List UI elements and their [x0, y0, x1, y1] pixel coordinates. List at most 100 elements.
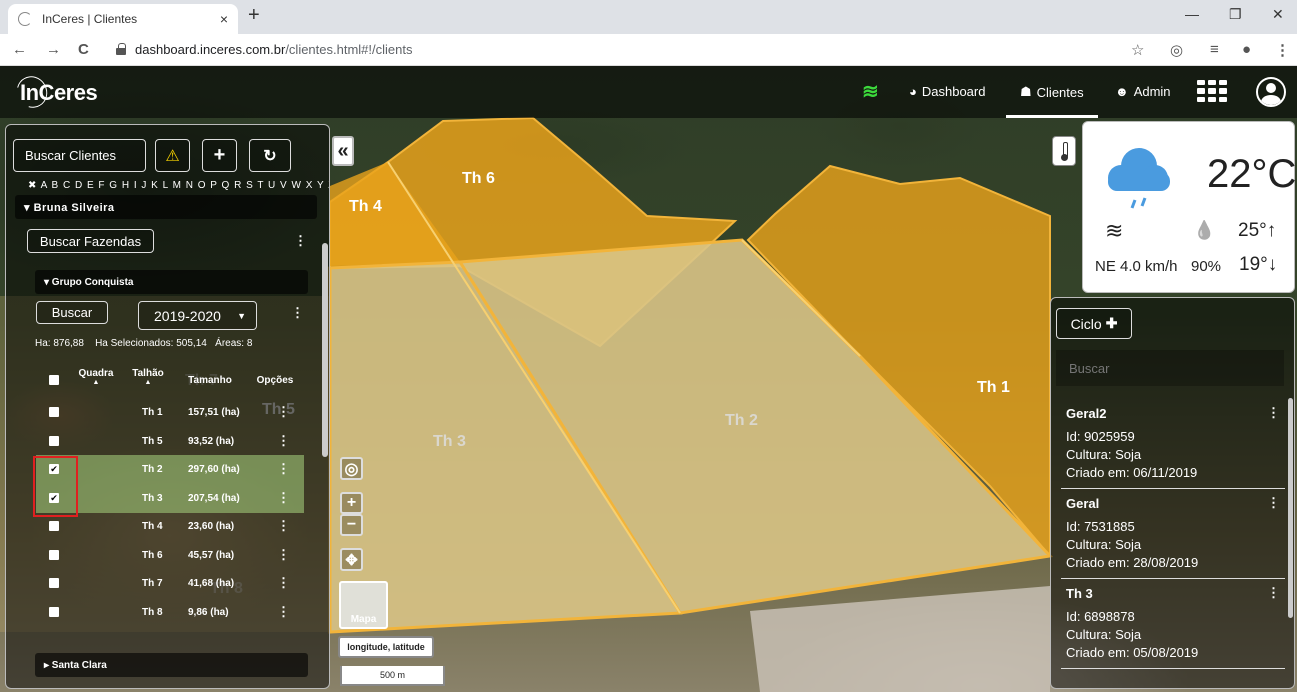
restore-icon[interactable]: ❐ — [1229, 6, 1242, 23]
refresh-icon[interactable]: ↻ — [249, 139, 291, 172]
row-options-icon[interactable]: ⋮ — [277, 404, 290, 420]
cycle-title[interactable]: Th 3 — [1066, 586, 1093, 601]
cycle-title[interactable]: Geral — [1066, 496, 1099, 511]
profile-icon[interactable]: ● — [1242, 41, 1251, 58]
column-talhao[interactable]: Talhão ▲ — [128, 368, 168, 386]
row-options-icon[interactable]: ⋮ — [277, 518, 290, 534]
search-button[interactable]: Buscar — [36, 301, 108, 324]
row-tamanho: 23,60 (ha) — [188, 521, 235, 532]
arrow-up-icon: ↑ — [1266, 220, 1277, 241]
column-quadra[interactable]: Quadra ▲ — [76, 368, 116, 386]
add-client-icon[interactable]: + — [202, 139, 237, 172]
row-checkbox[interactable] — [49, 521, 59, 531]
coordinates-display: longitude, latitude — [338, 636, 434, 658]
cycle-title[interactable]: Geral2 — [1066, 406, 1106, 421]
season-value: 2019-2020 — [154, 307, 221, 324]
table-row[interactable]: Th 7 41,68 (ha) ⋮ — [36, 569, 304, 598]
compass-icon[interactable]: ◎ — [340, 457, 363, 480]
nav-clientes[interactable]: ☗ Clientes — [1006, 84, 1098, 118]
cycle-culture: Cultura: Soja — [1066, 627, 1142, 642]
reload-icon[interactable]: C — [78, 41, 89, 58]
row-options-icon[interactable]: ⋮ — [277, 547, 290, 563]
basemap-toggle[interactable]: Mapa — [339, 581, 388, 629]
alphabet-filter[interactable]: ✖ A B C D E F G H I J K L M N O P Q R S … — [28, 180, 329, 191]
row-checkbox[interactable] — [49, 549, 59, 560]
extension-icon[interactable]: ◎ — [1170, 41, 1183, 59]
cycle-button-label: Ciclo — [1070, 315, 1102, 332]
pan-icon[interactable]: ✥ — [340, 548, 363, 571]
cycle-options-icon[interactable]: ⋮ — [1267, 585, 1280, 601]
row-options-icon[interactable]: ⋮ — [277, 575, 290, 591]
cycle-options-icon[interactable]: ⋮ — [1267, 495, 1280, 511]
panel-scrollbar[interactable] — [322, 243, 328, 457]
row-checkbox[interactable] — [49, 578, 59, 588]
farm-group-conquista[interactable]: ▾ Grupo Conquista — [35, 270, 308, 294]
zoom-out-button[interactable]: − — [340, 514, 363, 536]
min-temp: 19°↓ — [1239, 254, 1277, 276]
close-window-icon[interactable]: ✕ — [1272, 6, 1284, 23]
cycle-id: Id: 6898878 — [1066, 609, 1135, 624]
app-navbar: InCeres ≋ ◕ Dashboard ☗ Clientes ☻ Admin — [0, 66, 1297, 118]
row-checkbox[interactable] — [49, 606, 59, 617]
table-row[interactable]: Th 5 93,52 (ha) ⋮ — [36, 427, 304, 456]
select-all-checkbox[interactable] — [49, 375, 59, 385]
client-header-bruna-silveira[interactable]: ▾ Bruna Silveira — [15, 195, 317, 219]
column-tamanho[interactable]: Tamanho — [184, 375, 236, 386]
cycles-scrollbar[interactable] — [1288, 398, 1293, 618]
add-cycle-button[interactable]: Ciclo ✚ — [1056, 308, 1132, 339]
collapse-panel-button[interactable]: « — [332, 136, 354, 166]
row-options-icon[interactable]: ⋮ — [277, 461, 290, 477]
row-checkbox[interactable] — [49, 435, 59, 446]
cycle-options-icon[interactable]: ⋮ — [1267, 405, 1280, 421]
media-icon[interactable]: ≡ — [1210, 41, 1219, 58]
warning-icon[interactable]: ⚠ — [155, 139, 190, 172]
row-options-icon[interactable]: ⋮ — [277, 604, 290, 620]
cycle-culture: Cultura: Soja — [1066, 447, 1142, 462]
zoom-in-button[interactable]: + — [340, 492, 363, 514]
nav-admin[interactable]: ☻ Admin — [1115, 84, 1171, 99]
selection-highlight — [33, 456, 78, 517]
apps-grid-icon[interactable] — [1197, 80, 1227, 102]
nav-dashboard[interactable]: ◕ Dashboard — [909, 84, 985, 99]
forward-icon[interactable]: → — [46, 41, 61, 58]
farm-options-icon[interactable]: ⋮ — [294, 233, 307, 249]
back-icon[interactable]: ← — [12, 41, 27, 58]
thermometer-icon[interactable] — [1052, 136, 1076, 166]
browser-tab-bar: InCeres | Clientes × + — ❐ ✕ — [0, 0, 1297, 34]
season-select[interactable]: 2019-2020 ▼ — [138, 301, 257, 330]
close-tab-icon[interactable]: × — [220, 11, 228, 27]
url-input[interactable]: dashboard.inceres.com.br/clientes.html#!… — [135, 42, 412, 57]
chevron-down-icon: ▼ — [237, 310, 246, 321]
farm-santa-clara[interactable]: ▸ Santa Clara — [35, 653, 308, 677]
table-row[interactable]: Th 6 45,57 (ha) ⋮ — [36, 541, 304, 570]
cycle-search-input[interactable] — [1056, 350, 1284, 386]
user-avatar-icon[interactable] — [1256, 77, 1286, 107]
search-farms-button[interactable]: Buscar Fazendas — [27, 229, 154, 253]
weather-widget: 22°C ≋ 💧 25°↑ NE 4.0 km/h 90% 19°↓ — [1082, 121, 1296, 293]
humidity-icon: 💧 — [1193, 220, 1216, 240]
bookmark-star-icon[interactable]: ☆ — [1131, 41, 1144, 59]
browser-tab[interactable]: InCeres | Clientes × — [8, 4, 238, 34]
table-row[interactable]: Th 8 9,86 (ha) ⋮ — [36, 598, 304, 627]
row-tamanho: 157,51 (ha) — [188, 407, 240, 418]
cycles-panel: Ciclo✚ Geral2 ⋮ Id: 9025959 Cultura: Soja Cr… — [1050, 297, 1295, 689]
total-ha: Ha: 876,88 — [35, 338, 84, 349]
cycle-divider — [1061, 668, 1285, 669]
sort-icon: ▲ — [92, 379, 100, 386]
row-checkbox[interactable] — [49, 407, 59, 417]
minimize-icon[interactable]: — — [1185, 6, 1199, 22]
nav-label: Admin — [1133, 84, 1171, 99]
cycle-id: Id: 9025959 — [1066, 429, 1135, 444]
inceres-logo[interactable]: InCeres — [11, 70, 98, 114]
browser-menu-icon[interactable]: ⋮ — [1275, 41, 1290, 59]
selected-ha: Ha Selecionados: 505,14 — [95, 338, 207, 349]
search-clients-input[interactable]: Buscar Clientes — [13, 139, 146, 172]
row-options-icon[interactable]: ⋮ — [277, 433, 290, 449]
new-tab-button[interactable]: + — [248, 4, 260, 27]
row-options-icon[interactable]: ⋮ — [277, 490, 290, 506]
nav-label: Dashboard — [921, 84, 986, 99]
header-label: Talhão — [132, 368, 164, 379]
row-talhao: Th 7 — [142, 578, 163, 589]
season-options-icon[interactable]: ⋮ — [291, 305, 304, 321]
table-row[interactable]: Th 1 157,51 (ha) ⋮ — [36, 398, 304, 427]
